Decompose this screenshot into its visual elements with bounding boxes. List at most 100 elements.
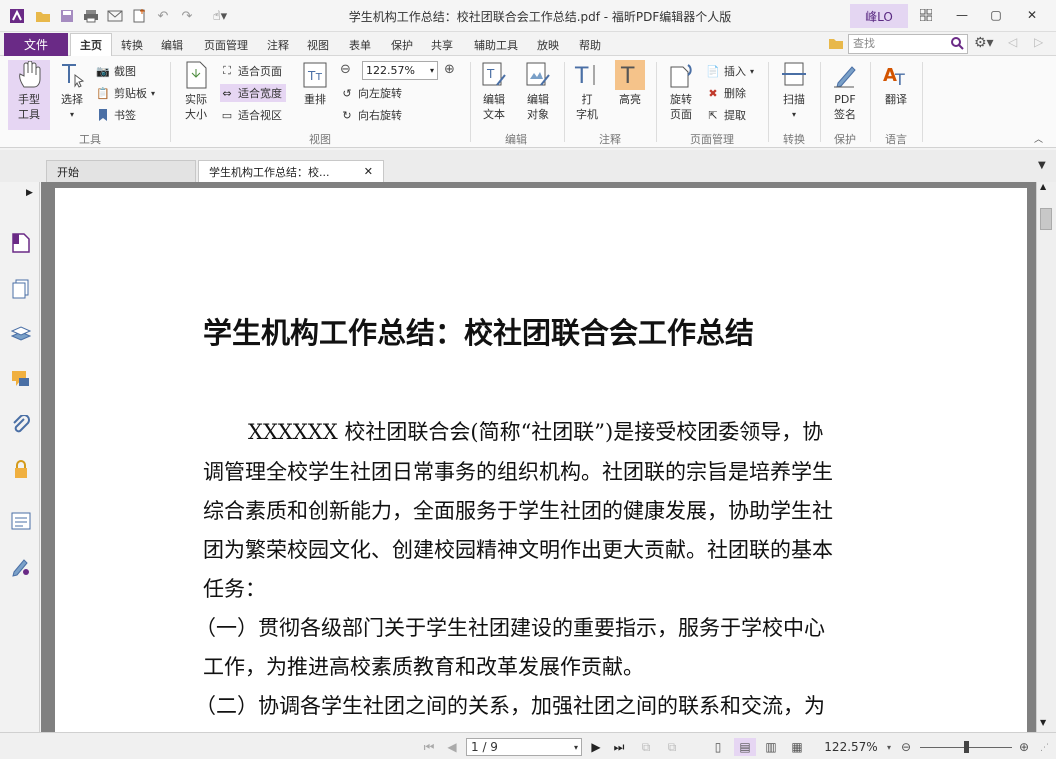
redo-icon[interactable]: ↷ [178,7,196,25]
reflow-button[interactable]: Tт 重排 [298,60,332,107]
pages-icon[interactable] [10,278,32,300]
rotate-right-button[interactable]: ↻向右旋转 [340,106,402,124]
tab-document-label: 学生机构工作总结：校... [209,164,330,180]
highlight-button[interactable]: T 高亮 [610,60,650,107]
extract-page-button[interactable]: ⇱提取 [706,106,746,124]
tab-accessibility[interactable]: 辅助工具 [466,33,526,56]
expand-panel-icon[interactable]: ▶ [26,188,33,198]
print-icon[interactable] [82,7,100,25]
tab-comment[interactable]: 注释 [260,33,296,56]
nav-back-icon[interactable]: ◁ [1008,35,1017,49]
close-tab-icon[interactable]: ✕ [364,165,373,178]
screenshot-button[interactable]: 📷截图 [96,62,136,80]
tab-convert[interactable]: 转换 [114,33,150,56]
search-icon[interactable] [950,36,966,52]
paragraph-line: 任务： [203,573,266,603]
actual-size-button[interactable]: 实际 大小 [176,60,216,122]
typewriter-button[interactable]: T 打 字机 [570,60,604,122]
user-badge[interactable]: 峰LO [850,4,908,28]
open-icon[interactable] [34,7,52,25]
tab-start[interactable]: 开始 [46,160,196,182]
zoom-level-label[interactable]: 122.57% [818,738,884,756]
hand-dropdown-icon[interactable]: ☝▾ [204,7,236,25]
clipboard-button[interactable]: 📋剪贴板▾ [96,84,155,102]
first-page-icon[interactable]: ⏮ [420,738,438,756]
tab-page-manage[interactable]: 页面管理 [196,33,256,56]
rotate-left-button[interactable]: ↺向左旋转 [340,84,402,102]
tab-document[interactable]: 学生机构工作总结：校... ✕ [198,160,384,182]
tab-help[interactable]: 帮助 [572,33,608,56]
select-tool-button[interactable]: 选择 ▾ [54,60,90,122]
prev-page-icon[interactable]: ◀ [444,738,460,756]
last-page-icon[interactable]: ⏭ [610,738,628,756]
layout-icon[interactable] [910,4,942,26]
close-button[interactable]: ✕ [1016,4,1048,26]
zoom-slider-handle[interactable] [964,741,969,753]
tab-edit[interactable]: 编辑 [154,33,190,56]
single-page-icon[interactable]: ▯ [708,738,728,756]
prev-view-icon[interactable]: ⧉ [636,738,656,756]
scroll-thumb[interactable] [1040,208,1052,230]
clipboard-icon: 📋 [96,86,110,100]
fit-width-button[interactable]: ⇔适合宽度 [220,84,286,102]
page-thumbnail-icon[interactable] [10,232,32,254]
zoom-in-icon[interactable]: ⊕ [444,62,455,77]
zoom-select[interactable]: 122.57%▾ [362,61,438,80]
next-view-icon[interactable]: ⧉ [662,738,682,756]
vertical-scrollbar[interactable]: ▲ ▼ [1036,182,1056,732]
settings-gear-icon[interactable]: ⚙▾ [974,35,994,51]
tab-slideshow[interactable]: 放映 [530,33,566,56]
undo-icon[interactable]: ↶ [154,7,172,25]
fit-page-button[interactable]: ⛶适合页面 [220,62,282,80]
pdf-sign-button[interactable]: PDF 签名 [826,60,864,122]
form-fields-icon[interactable] [10,510,32,532]
tab-form[interactable]: 表单 [342,33,378,56]
edit-object-button[interactable]: 编辑 对象 [518,60,558,122]
hand-tool-button[interactable]: 手型 工具 [8,60,50,130]
hand-icon [14,60,44,90]
comments-icon[interactable] [10,368,32,390]
svg-text:T: T [574,64,589,89]
file-menu[interactable]: 文件 [4,33,68,56]
fit-visible-button[interactable]: ▭适合视区 [220,106,282,124]
zoom-dropdown-icon[interactable]: ▾ [884,738,894,756]
group-label-view: 视图 [300,131,340,147]
lock-icon[interactable] [10,458,32,480]
tab-view[interactable]: 视图 [300,33,336,56]
maximize-button[interactable]: ▢ [980,4,1012,26]
tab-share[interactable]: 共享 [424,33,460,56]
delete-page-button[interactable]: ✖删除 [706,84,746,102]
nav-forward-icon[interactable]: ▷ [1034,35,1043,49]
tab-protect[interactable]: 保护 [384,33,420,56]
rotate-page-button[interactable]: 旋转 页面 [662,60,700,122]
next-page-icon[interactable]: ▶ [588,738,604,756]
scroll-down-arrow-icon[interactable]: ▼ [1040,718,1046,727]
zoom-out-status-icon[interactable]: ⊖ [898,738,914,756]
attachment-icon[interactable] [10,414,32,436]
folder-search-icon[interactable] [828,36,844,52]
tab-list-dropdown-icon[interactable]: ▼ [1038,160,1046,171]
translate-button[interactable]: AT 翻译 [876,60,916,107]
resize-grip-icon[interactable]: ⋰ [1040,743,1052,755]
new-icon[interactable] [130,7,148,25]
page-number-input[interactable]: 1 / 9▾ [466,738,582,756]
scan-button[interactable]: 扫描 ▾ [776,60,812,122]
signature-panel-icon[interactable] [10,556,32,578]
zoom-out-icon[interactable]: ⊖ [340,62,351,77]
edit-text-button[interactable]: T 编辑 文本 [476,60,512,122]
divider [768,62,769,142]
layers-icon[interactable] [10,322,32,344]
bookmark-button[interactable]: 书签 [96,106,136,124]
continuous-facing-icon[interactable]: ▦ [786,738,808,756]
continuous-page-icon[interactable]: ▤ [734,738,756,756]
zoom-in-status-icon[interactable]: ⊕ [1016,738,1032,756]
save-icon[interactable] [58,7,76,25]
insert-page-button[interactable]: 📄插入▾ [706,62,754,80]
collapse-ribbon-icon[interactable]: ︿ [1034,132,1043,145]
scroll-up-arrow-icon[interactable]: ▲ [1040,182,1046,191]
tab-home[interactable]: 主页 [70,33,112,56]
minimize-button[interactable]: — [946,4,978,26]
facing-page-icon[interactable]: ▥ [760,738,782,756]
rotate-left-icon: ↺ [340,86,354,100]
email-icon[interactable] [106,7,124,25]
